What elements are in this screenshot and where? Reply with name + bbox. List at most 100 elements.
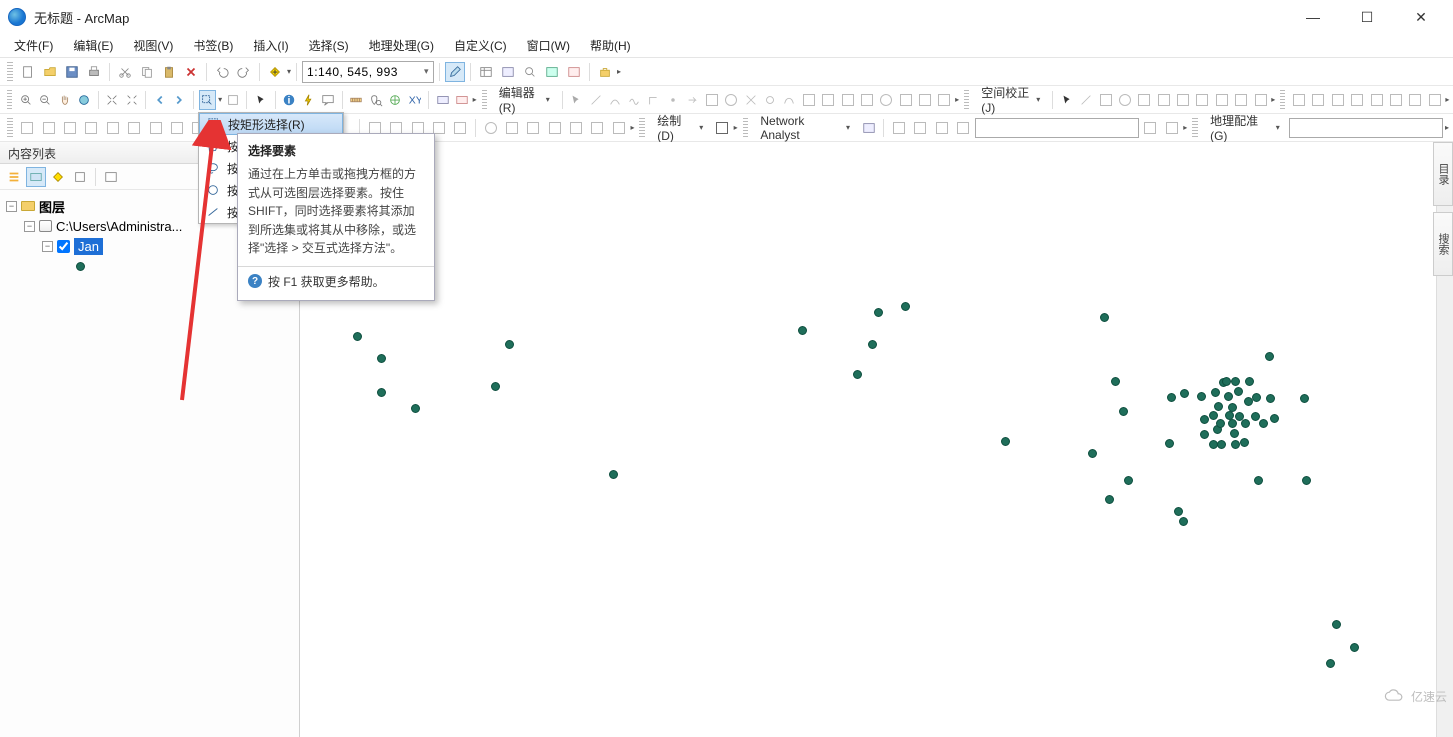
measure-icon[interactable] [348,90,365,110]
select-elements-icon[interactable] [252,90,269,110]
topo-2-icon[interactable] [1310,90,1327,110]
na-4-icon[interactable] [953,118,972,138]
edit-bezier-icon[interactable] [781,90,798,110]
adv-9-icon[interactable] [545,118,564,138]
edit-sketch-icon[interactable] [916,90,933,110]
na-combo[interactable] [975,118,1139,138]
georef-menu[interactable]: 地理配准(G)▾ [1203,118,1287,138]
edit-attributes-icon[interactable] [897,90,914,110]
goto-xy-icon[interactable]: XY [406,90,423,110]
prev-extent-icon[interactable] [151,90,168,110]
map-point[interactable] [1251,412,1260,421]
snap-2-icon[interactable] [39,118,58,138]
map-point[interactable] [1230,429,1239,438]
map-point[interactable] [1216,419,1225,428]
edit-reshape-icon[interactable] [820,90,837,110]
new-doc-icon[interactable] [18,62,38,82]
snap-7-icon[interactable] [146,118,165,138]
select-features-tool[interactable] [199,90,216,110]
sa-multi-icon[interactable] [1097,90,1114,110]
map-point[interactable] [411,404,420,413]
sa-clear-icon[interactable] [1232,90,1249,110]
edit-split-icon[interactable] [858,90,875,110]
toolbar-grip[interactable] [7,90,12,110]
map-point[interactable] [1179,517,1188,526]
adv-7-icon[interactable] [502,118,521,138]
toolbar-grip[interactable] [7,118,13,138]
na-1-icon[interactable] [889,118,908,138]
topo-4-icon[interactable] [1348,90,1365,110]
close-button[interactable]: ✕ [1407,5,1435,29]
na-6-icon[interactable] [1162,118,1181,138]
snap-5-icon[interactable] [103,118,122,138]
map-point[interactable] [377,354,386,363]
python-window-icon[interactable] [542,62,562,82]
toc-list-by-visibility-icon[interactable] [48,167,68,187]
map-point[interactable] [1350,643,1359,652]
map-point[interactable] [1224,392,1233,401]
full-extent-icon[interactable] [75,90,92,110]
snap-6-icon[interactable] [125,118,144,138]
map-point[interactable] [868,340,877,349]
adv-6-icon[interactable] [481,118,500,138]
sa-select-icon[interactable] [1058,90,1075,110]
menu-edit[interactable]: 编辑(E) [65,35,121,56]
map-point[interactable] [1167,393,1176,402]
cut-icon[interactable] [115,62,135,82]
snap-8-icon[interactable] [167,118,186,138]
na-2-icon[interactable] [911,118,930,138]
save-icon[interactable] [62,62,82,82]
edit-intersection-icon[interactable] [742,90,759,110]
collapse-icon[interactable]: − [42,241,53,252]
find-icon[interactable] [367,90,384,110]
search-window-icon[interactable] [520,62,540,82]
map-point[interactable] [1326,659,1335,668]
toolbar-grip[interactable] [7,62,13,82]
map-point[interactable] [1211,388,1220,397]
adv-11-icon[interactable] [588,118,607,138]
next-extent-icon[interactable] [170,90,187,110]
toolbar-grip[interactable] [482,90,487,110]
zoom-out-icon[interactable] [37,90,54,110]
map-point[interactable] [1332,620,1341,629]
map-point[interactable] [1165,439,1174,448]
sa-limit-icon[interactable] [1213,90,1230,110]
map-point[interactable] [1111,377,1120,386]
sa-identity-icon[interactable] [1116,90,1133,110]
map-point[interactable] [1234,387,1243,396]
map-point[interactable] [1105,495,1114,504]
map-point[interactable] [1200,415,1209,424]
hyperlink-icon[interactable] [300,90,317,110]
map-point[interactable] [1245,377,1254,386]
catalog-tab[interactable]: 目录 [1433,142,1453,206]
map-point[interactable] [1124,476,1133,485]
menu-file[interactable]: 文件(F) [6,35,61,56]
map-point[interactable] [874,308,883,317]
scale-combo[interactable]: 1:140, 545, 993▾ [302,61,434,83]
spatial-adjust-menu[interactable]: 空间校正(J)▾ [974,90,1047,110]
map-point[interactable] [1197,392,1206,401]
map-point[interactable] [1302,476,1311,485]
map-point[interactable] [1254,476,1263,485]
topo-7-icon[interactable] [1407,90,1424,110]
toc-list-by-selection-icon[interactable] [70,167,90,187]
undo-icon[interactable] [212,62,232,82]
toolbar-grip[interactable] [743,118,749,138]
map-point[interactable] [1209,411,1218,420]
map-point[interactable] [1180,389,1189,398]
map-point[interactable] [491,382,500,391]
html-popup-icon[interactable] [319,90,336,110]
sa-view-icon[interactable] [1174,90,1191,110]
map-point[interactable] [1266,394,1275,403]
adv-12-icon[interactable] [609,118,628,138]
search-tab[interactable]: 搜索 [1433,212,1453,276]
toc-list-by-drawing-icon[interactable] [4,167,24,187]
map-point[interactable] [1214,402,1223,411]
redo-icon[interactable] [234,62,254,82]
menu-bookmarks[interactable]: 书签(B) [185,35,241,56]
edit-arc-icon[interactable] [606,90,623,110]
edit-vertices-icon[interactable] [800,90,817,110]
toolbar-grip[interactable] [1280,90,1285,110]
map-point[interactable] [1270,414,1279,423]
map-point[interactable] [1088,449,1097,458]
